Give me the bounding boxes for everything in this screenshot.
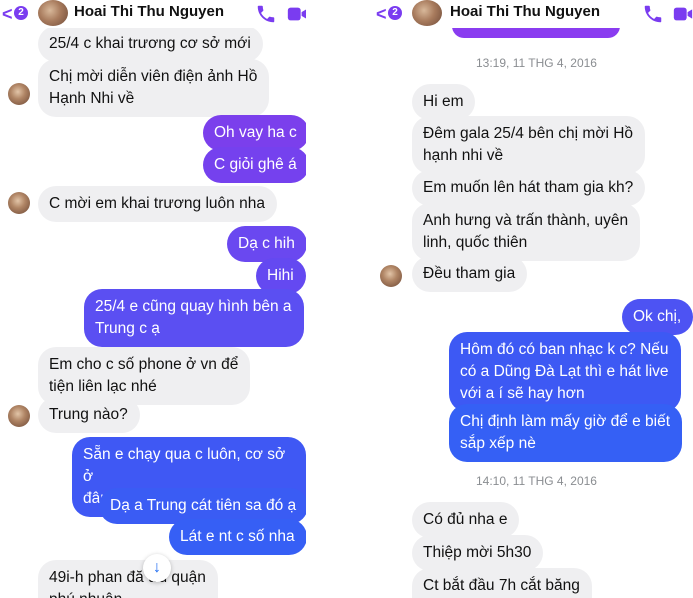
message-bubble[interactable]: Ok chị, (622, 299, 693, 335)
unread-badge: 2 (14, 6, 28, 20)
sender-avatar (8, 83, 30, 105)
message-bubble[interactable]: Chị mời diễn viên điện ảnh Hồ Hạnh Nhi v… (38, 59, 270, 117)
video-icon[interactable] (672, 3, 693, 25)
message-bubble[interactable]: Anh hưng và trấn thành, uyên linh, quốc … (412, 203, 641, 261)
contact-avatar[interactable] (412, 0, 442, 26)
message-bubble[interactable]: 49i-h phan đă ưu quận phú nhuận (38, 560, 218, 598)
message-bubble[interactable]: Đều tham gia (412, 256, 528, 292)
phone-icon[interactable] (255, 3, 277, 25)
phone-icon[interactable] (642, 3, 664, 25)
contact-name[interactable]: Hoai Thi Thu Nguyen (450, 3, 600, 20)
timestamp: 14:10, 11 THG 4, 2016 (476, 474, 597, 488)
message-bubble[interactable]: Oh vay ha c (203, 115, 306, 151)
scroll-down-icon[interactable]: ↓ (143, 554, 171, 582)
contact-name[interactable]: Hoai Thi Thu Nguyen (74, 3, 224, 20)
message-bubble[interactable]: Trung nào? (38, 397, 140, 433)
message-bubble[interactable]: 25/4 e cũng quay hình bên a Trung c ạ (84, 289, 304, 347)
chat-header: < 2 Hoai Thi Thu Nguyen (0, 0, 306, 28)
sender-avatar (8, 192, 30, 214)
message-bubble[interactable]: Chị định làm mấy giờ để e biết sắp xếp n… (449, 404, 683, 462)
message-bubble[interactable]: Hi em (412, 84, 476, 120)
timestamp: 13:19, 11 THG 4, 2016 (476, 56, 597, 70)
message-bubble[interactable]: C giỏi ghê á (203, 147, 306, 183)
sender-avatar (380, 265, 402, 287)
message-bubble[interactable]: Có đủ nha e (412, 502, 520, 538)
message-bubble[interactable]: C mời em khai trương luôn nha (38, 186, 277, 222)
right-chat-panel: < 2 Hoai Thi Thu Nguyen 13:19, 11 THG 4,… (372, 0, 693, 598)
message-bubble[interactable]: Lát e nt c số nha (169, 519, 306, 555)
left-chat-panel: < 2 Hoai Thi Thu Nguyen 25/4 c khai trươ… (0, 0, 306, 598)
message-bubble[interactable]: Dạ c hih (227, 226, 306, 262)
message-bubble[interactable]: Thiệp mời 5h30 (412, 535, 544, 571)
message-bubble[interactable]: Ct bắt đầu 7h cắt băng khánh thành (412, 568, 592, 598)
message-bubble[interactable]: Em muốn lên hát tham gia kh? (412, 170, 646, 206)
message-bubble[interactable]: 25/4 c khai trương cơ sở mới (38, 26, 263, 62)
unread-badge: 2 (388, 6, 402, 20)
sender-avatar (8, 405, 30, 427)
message-bubble[interactable]: Đêm gala 25/4 bên chị mời Hồ hạnh nhi về (412, 116, 646, 174)
contact-avatar[interactable] (38, 0, 68, 26)
chat-header: < 2 Hoai Thi Thu Nguyen (372, 0, 693, 28)
message-bubble[interactable]: Hôm đó có ban nhạc k c? Nếu có a Dũng Đà… (449, 332, 681, 412)
video-icon[interactable] (286, 3, 306, 25)
